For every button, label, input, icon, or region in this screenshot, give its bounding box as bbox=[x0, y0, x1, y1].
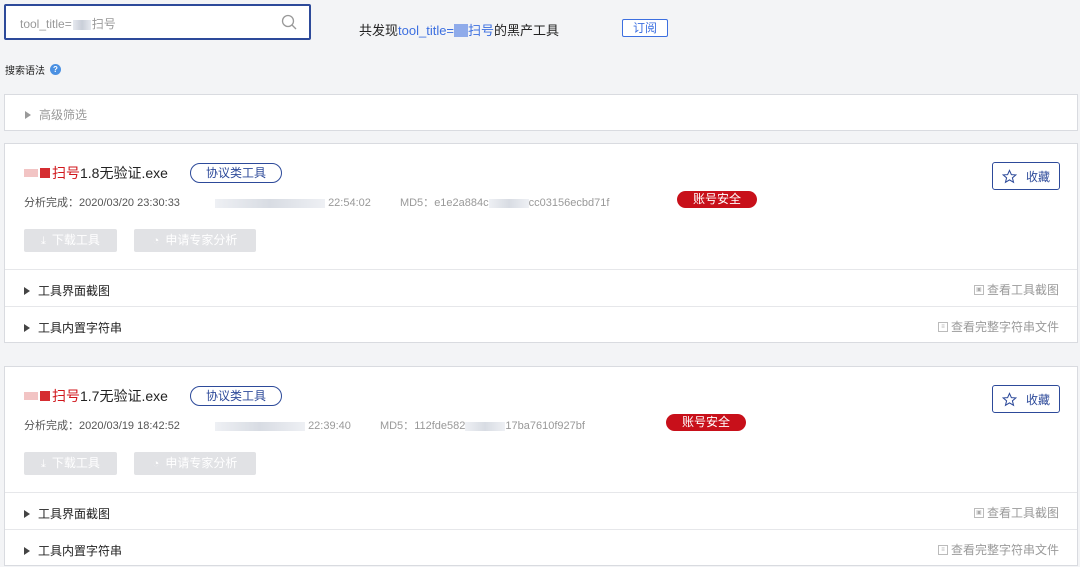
download-icon: ⤓ bbox=[41, 235, 46, 247]
subscribe-button[interactable]: 订阅 bbox=[622, 19, 668, 37]
strings-section[interactable]: 工具内置字符串 ≡ 查看完整字符串文件 bbox=[5, 529, 1077, 565]
view-screenshot-link[interactable]: ▣ 查看工具截图 bbox=[973, 504, 1059, 521]
search-icon[interactable] bbox=[281, 14, 297, 30]
download-icon: ⤓ bbox=[41, 458, 46, 470]
result-summary: 共发现tool_title= 扫号的黑产工具 bbox=[359, 23, 560, 38]
star-icon bbox=[1001, 391, 1017, 406]
view-screenshot-link[interactable]: ▣ 查看工具截图 bbox=[973, 281, 1059, 298]
collect-button[interactable]: 收藏 bbox=[992, 162, 1060, 190]
search-input[interactable]: tool_title= 扫号 bbox=[4, 4, 311, 40]
pie-icon: ◔ bbox=[152, 235, 160, 247]
result-card: 扫号 1.7无验证.exe 协议类工具 分析完成：2020/03/19 18:42… bbox=[4, 366, 1078, 566]
screenshot-section[interactable]: 工具界面截图 ▣ 查看工具截图 bbox=[5, 493, 1077, 529]
screenshot-section[interactable]: 工具界面截图 ▣ 查看工具截图 bbox=[5, 270, 1077, 306]
star-icon bbox=[1001, 168, 1017, 183]
category-tag[interactable]: 协议类工具 bbox=[189, 163, 282, 183]
strings-section[interactable]: 工具内置字符串 ≡ 查看完整字符串文件 bbox=[5, 306, 1077, 342]
pie-icon: ◔ bbox=[152, 458, 160, 470]
collect-button[interactable]: 收藏 bbox=[992, 385, 1060, 413]
category-badge: 账号安全 bbox=[666, 414, 747, 431]
image-icon: ▣ bbox=[973, 507, 984, 518]
file-icon: ≡ bbox=[937, 544, 948, 555]
caret-right-icon bbox=[25, 111, 31, 119]
search-query: tool_title= 扫号 bbox=[20, 17, 116, 31]
file-icon: ≡ bbox=[937, 321, 948, 332]
view-strings-link[interactable]: ≡ 查看完整字符串文件 bbox=[937, 318, 1059, 335]
search-syntax[interactable]: 搜索语法 ? bbox=[5, 62, 61, 77]
caret-right-icon bbox=[24, 287, 30, 295]
category-tag[interactable]: 协议类工具 bbox=[189, 386, 282, 406]
caret-right-icon bbox=[24, 510, 30, 518]
tool-meta: 分析完成：2020/03/20 23:30:33 22:54:02 MD5：e1… bbox=[24, 197, 610, 209]
result-card: 扫号 1.8无验证.exe 协议类工具 分析完成：2020/03/20 23:30… bbox=[4, 143, 1078, 343]
download-button[interactable]: ⤓ 下载工具 bbox=[24, 452, 117, 475]
tool-title[interactable]: 扫号 1.7无验证.exe 协议类工具 bbox=[24, 386, 282, 406]
caret-right-icon bbox=[24, 324, 30, 332]
caret-right-icon bbox=[24, 547, 30, 555]
download-button[interactable]: ⤓ 下载工具 bbox=[24, 229, 117, 252]
tool-meta: 分析完成：2020/03/19 18:42:52 22:39:40 MD5：11… bbox=[24, 420, 585, 432]
category-badge: 账号安全 bbox=[677, 191, 758, 208]
advanced-filter-toggle[interactable]: 高级筛选 bbox=[4, 94, 1078, 131]
expert-analysis-button[interactable]: ◔ 申请专家分析 bbox=[134, 229, 256, 252]
expert-analysis-button[interactable]: ◔ 申请专家分析 bbox=[134, 452, 256, 475]
help-icon[interactable]: ? bbox=[50, 64, 61, 75]
image-icon: ▣ bbox=[973, 284, 984, 295]
tool-title[interactable]: 扫号 1.8无验证.exe 协议类工具 bbox=[24, 163, 282, 183]
view-strings-link[interactable]: ≡ 查看完整字符串文件 bbox=[937, 541, 1059, 558]
